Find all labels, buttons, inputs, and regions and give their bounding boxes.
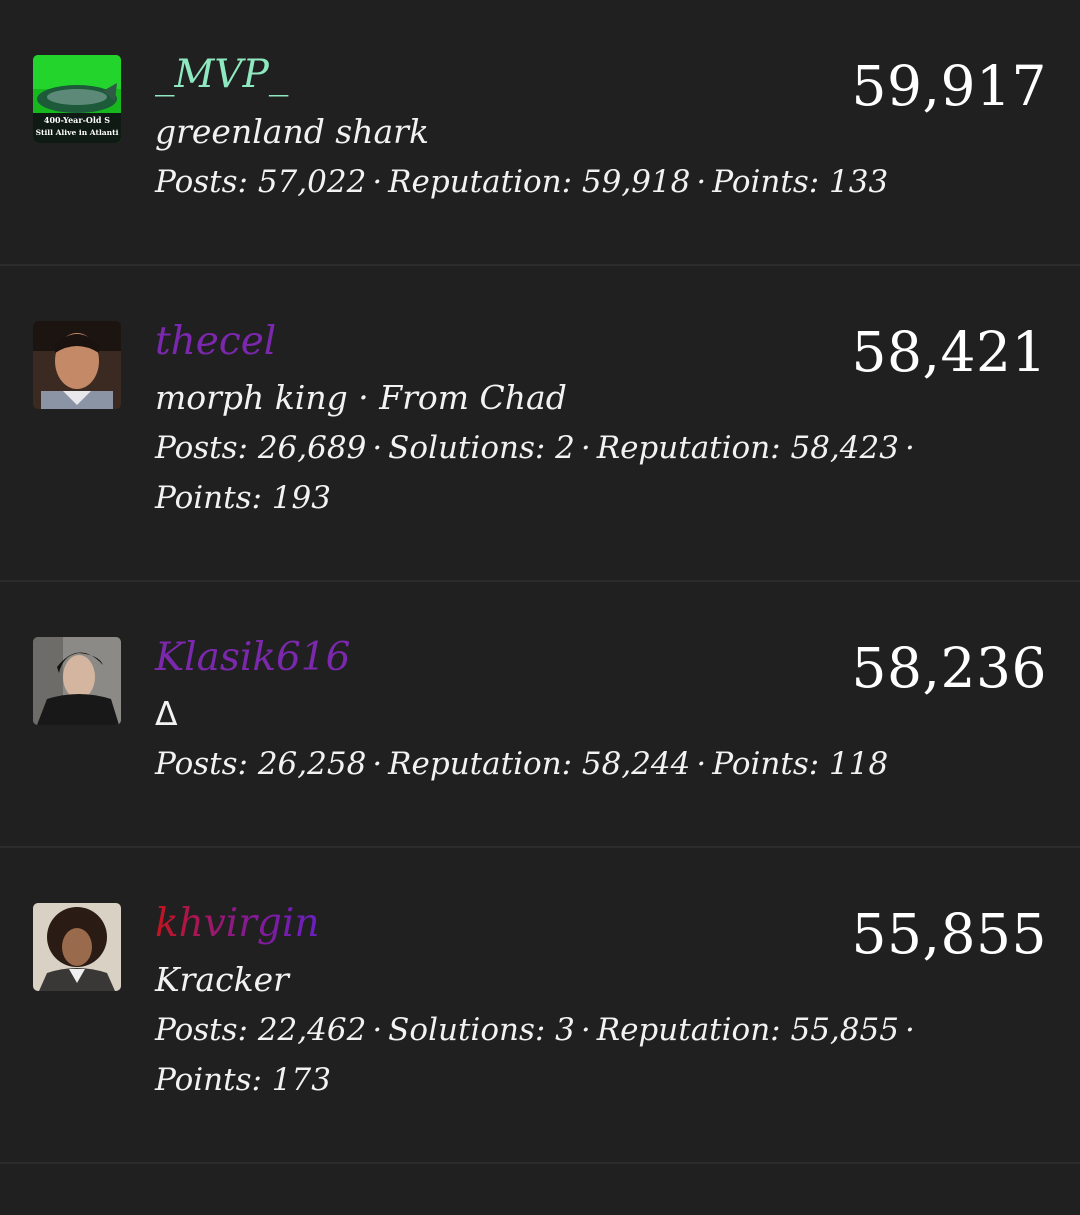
reputation-score: 58,421 <box>851 320 1047 384</box>
user-stats: Posts: 26,258 · Reputation: 58,244 · Points:… <box>155 739 975 789</box>
stat-solutions: Solutions: 2 <box>388 430 575 466</box>
stat-separator: · <box>696 164 707 200</box>
reputation-score: 55,855 <box>851 902 1047 966</box>
stat-posts: Posts: 26,689 <box>155 430 367 466</box>
stat-separator: · <box>372 746 383 782</box>
username[interactable]: thecel <box>155 319 276 365</box>
stat-points: Points: 193 <box>155 480 331 516</box>
user-title: greenland shark <box>155 112 429 151</box>
stat-reputation: Reputation: 55,855 <box>596 1012 899 1048</box>
list-item[interactable]: Klasik616 58,236 Δ Posts: 26,258 · Reputat… <box>0 582 1080 848</box>
reputation-score: 58,236 <box>851 636 1047 700</box>
stat-posts: Posts: 22,462 <box>155 1012 367 1048</box>
stat-solutions: Solutions: 3 <box>388 1012 575 1048</box>
stat-points: Points: 173 <box>155 1062 331 1098</box>
stat-separator: · <box>580 430 591 466</box>
user-title: Δ <box>155 694 178 733</box>
user-title: morph king · From Chad <box>155 378 567 417</box>
list-item[interactable]: 400-Year-Old S Still Alive in Atlanti _M… <box>0 0 1080 266</box>
avatar[interactable]: 400-Year-Old S Still Alive in Atlanti <box>33 55 121 143</box>
stat-reputation: Reputation: 58,244 <box>388 746 691 782</box>
stat-separator: · <box>372 430 383 466</box>
user-stats: Posts: 26,689 · Solutions: 2 · Reputation: 5… <box>155 423 975 523</box>
stat-separator: · <box>372 164 383 200</box>
stat-separator: · <box>696 746 707 782</box>
avatar[interactable] <box>33 321 121 409</box>
stat-separator: · <box>580 1012 591 1048</box>
avatar[interactable] <box>33 637 121 725</box>
user-stats: Posts: 22,462 · Solutions: 3 · Reputation: 5… <box>155 1005 975 1105</box>
reputation-score: 59,917 <box>851 54 1047 118</box>
list-item[interactable]: khvirgin 55,855 Kracker Posts: 22,462 · So… <box>0 848 1080 1164</box>
list-item[interactable]: thecel 58,421 morph king · From Chad Pos… <box>0 266 1080 582</box>
user-photo <box>33 637 121 725</box>
user-photo <box>33 903 121 991</box>
stat-points: Points: 133 <box>712 164 889 200</box>
avatar-caption-line2: Still Alive in Atlanti <box>36 128 119 137</box>
user-photo <box>33 321 121 409</box>
stat-separator: · <box>372 1012 383 1048</box>
shark-avatar-image: 400-Year-Old S Still Alive in Atlanti <box>33 55 121 143</box>
stat-reputation: Reputation: 59,918 <box>388 164 691 200</box>
stat-posts: Posts: 26,258 <box>155 746 367 782</box>
user-title: Kracker <box>155 960 289 999</box>
stat-posts: Posts: 57,022 <box>155 164 367 200</box>
user-stats: Posts: 57,022 · Reputation: 59,918 · Points:… <box>155 157 975 207</box>
stat-separator: · <box>904 430 915 466</box>
stat-points: Points: 118 <box>712 746 889 782</box>
username[interactable]: _MVP_ <box>155 52 288 98</box>
stat-reputation: Reputation: 58,423 <box>596 430 899 466</box>
username[interactable]: khvirgin <box>155 901 319 947</box>
leaderboard-list: 400-Year-Old S Still Alive in Atlanti _M… <box>0 0 1080 1164</box>
avatar[interactable] <box>33 903 121 991</box>
avatar-caption-line1: 400-Year-Old S <box>44 115 110 125</box>
username[interactable]: Klasik616 <box>155 635 350 681</box>
stat-separator: · <box>904 1012 915 1048</box>
